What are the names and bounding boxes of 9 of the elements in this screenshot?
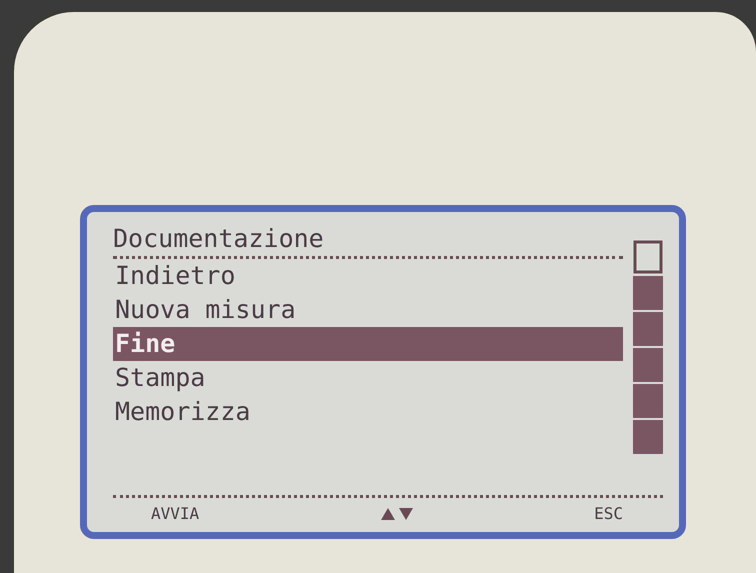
menu-item[interactable]: Stampa [113,361,623,395]
softkey-label: AVVIA [151,503,200,525]
menu-item[interactable]: Memorizza [113,395,623,429]
menu-title: Documentazione [113,222,623,259]
menu-item[interactable]: Nuova misura [113,293,623,327]
menu-item[interactable]: Indietro [113,259,623,293]
up-down-arrows-icon [380,507,414,521]
softkey-label: ESC [594,503,623,525]
menu-item[interactable]: Fine [113,327,623,361]
